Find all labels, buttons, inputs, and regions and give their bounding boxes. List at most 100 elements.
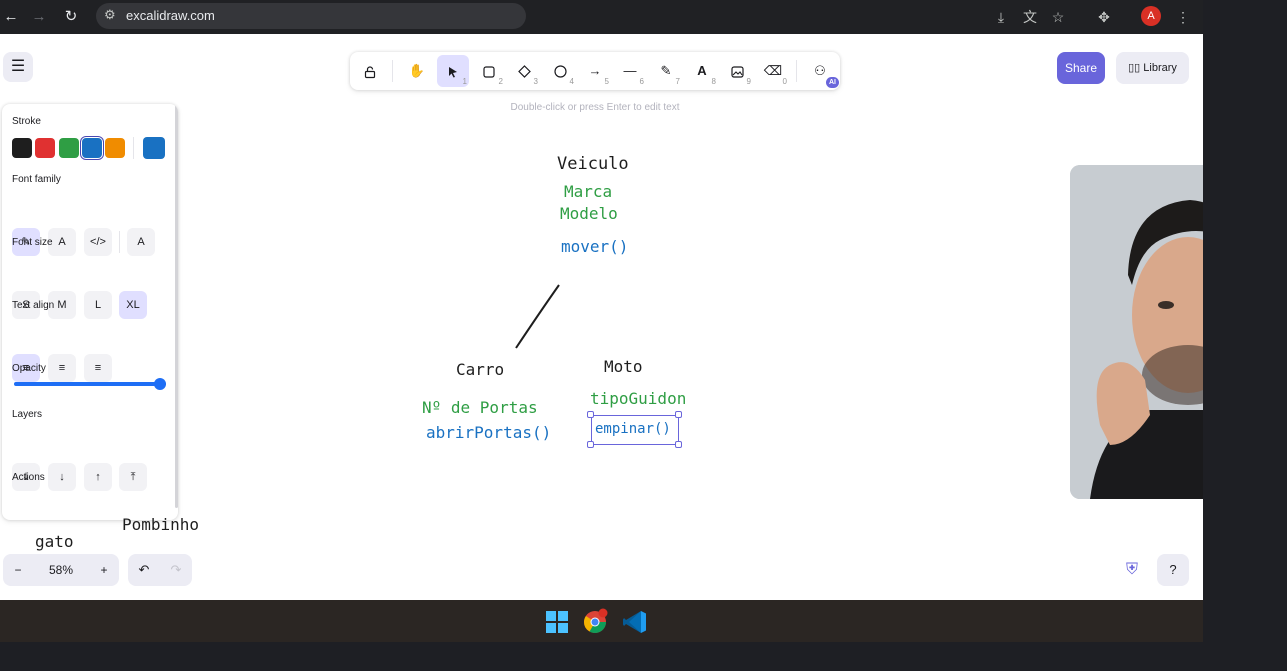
undo-redo-controls: ↶ ↷ bbox=[128, 554, 192, 586]
code-icon: </> bbox=[90, 236, 106, 248]
font-size-xl[interactable]: XL bbox=[119, 291, 147, 319]
font-picker-icon: A bbox=[137, 236, 145, 248]
stroke-swatch-orange[interactable] bbox=[105, 138, 125, 158]
arrow-up-icon: ↑ bbox=[95, 471, 101, 483]
pointer-icon bbox=[449, 66, 457, 78]
align-center-icon: ≡ bbox=[58, 362, 66, 374]
forward-arrow-icon[interactable]: → bbox=[28, 6, 50, 28]
back-arrow-icon[interactable]: ← bbox=[0, 6, 22, 28]
redo-icon[interactable]: ↷ bbox=[160, 554, 192, 586]
library-label: Library bbox=[1143, 62, 1177, 74]
tool-arrow[interactable]: → 5 bbox=[579, 55, 611, 87]
profile-avatar[interactable]: A bbox=[1141, 6, 1161, 26]
font-size-title: Font size bbox=[12, 237, 53, 248]
zoom-in-button[interactable]: + bbox=[89, 554, 119, 586]
tool-hand[interactable]: ✋ bbox=[401, 55, 433, 87]
tool-lock[interactable] bbox=[354, 55, 386, 87]
tool-diamond[interactable]: 3 bbox=[508, 55, 540, 87]
lock-open-icon bbox=[364, 65, 376, 78]
text-carro[interactable]: Carro bbox=[456, 360, 504, 379]
translate-icon[interactable]: 文 bbox=[1019, 6, 1041, 28]
panel-scrollbar[interactable] bbox=[175, 104, 178, 508]
tool-selection[interactable]: 1 bbox=[437, 55, 469, 87]
windows-start-icon[interactable] bbox=[543, 608, 571, 636]
font-normal-icon: A bbox=[58, 236, 66, 248]
inheritance-line[interactable] bbox=[510, 282, 565, 352]
layers-title: Layers bbox=[12, 409, 43, 420]
stroke-swatch-blue[interactable] bbox=[82, 138, 102, 158]
right-strip bbox=[1203, 0, 1287, 671]
tool-eraser[interactable]: ⌫ 0 bbox=[757, 55, 789, 87]
text-abrir-portas[interactable]: abrirPortas() bbox=[426, 423, 551, 442]
tool-ellipse[interactable]: 4 bbox=[544, 55, 576, 87]
tool-draw[interactable]: ✎ 7 bbox=[650, 55, 682, 87]
opacity-slider[interactable] bbox=[14, 382, 166, 386]
resize-handle-ne[interactable] bbox=[675, 411, 682, 418]
tool-rectangle[interactable]: 2 bbox=[473, 55, 505, 87]
text-tipo-guidon[interactable]: tipoGuidon bbox=[590, 389, 686, 408]
actions-title: Actions bbox=[12, 472, 45, 483]
send-backward-button[interactable]: ↓ bbox=[48, 463, 76, 491]
text-marca[interactable]: Marca bbox=[564, 182, 612, 201]
text-moto[interactable]: Moto bbox=[604, 357, 643, 376]
stroke-swatch-black[interactable] bbox=[12, 138, 32, 158]
more-tools-button[interactable]: ⚇ AI bbox=[804, 55, 839, 88]
bookmark-star-icon[interactable]: ☆ bbox=[1047, 6, 1069, 28]
install-app-icon[interactable]: ⤓ bbox=[990, 6, 1012, 28]
ellipse-icon bbox=[553, 65, 567, 78]
url-text: excalidraw.com bbox=[126, 8, 215, 23]
zoom-out-button[interactable]: − bbox=[3, 554, 33, 586]
text-pombinho[interactable]: Pombinho bbox=[122, 515, 199, 534]
share-button[interactable]: Share bbox=[1057, 52, 1105, 84]
tool-line[interactable]: — 6 bbox=[614, 55, 646, 87]
text-veiculo[interactable]: Veiculo bbox=[557, 154, 629, 174]
library-book-icon: ▯▯ bbox=[1128, 62, 1144, 74]
bottom-strip bbox=[0, 642, 1287, 671]
text-mover[interactable]: mover() bbox=[561, 237, 628, 256]
extensions-icon[interactable]: ✥ bbox=[1093, 6, 1115, 28]
current-stroke-color[interactable] bbox=[143, 137, 165, 159]
properties-panel: Stroke Font family ✎ A </> A Font size S… bbox=[2, 104, 178, 520]
opacity-slider-thumb[interactable] bbox=[154, 378, 166, 390]
align-right-icon: ≡ bbox=[94, 362, 102, 374]
stroke-swatch-red[interactable] bbox=[35, 138, 55, 158]
stroke-swatch-green[interactable] bbox=[59, 138, 79, 158]
text-modelo[interactable]: Modelo bbox=[560, 204, 618, 223]
tool-image[interactable]: 9 bbox=[721, 55, 753, 87]
resize-handle-sw[interactable] bbox=[587, 441, 594, 448]
rectangle-icon bbox=[483, 65, 495, 78]
selection-box[interactable] bbox=[591, 415, 679, 445]
bring-to-front-button[interactable]: ⤒ bbox=[119, 463, 147, 491]
browser-toolbar: ← → ↻ ⚙ excalidraw.com ⤓ 文 ☆ ✥ A ⋮ bbox=[0, 0, 1203, 34]
more-vert-icon[interactable]: ⋮ bbox=[1172, 6, 1194, 28]
shield-check-icon[interactable]: ⛨ bbox=[1121, 559, 1143, 581]
zoom-level[interactable]: 58% bbox=[33, 554, 89, 586]
resize-handle-nw[interactable] bbox=[587, 411, 594, 418]
undo-icon[interactable]: ↶ bbox=[128, 554, 160, 586]
site-settings-icon[interactable]: ⚙ bbox=[104, 7, 116, 23]
text-gato[interactable]: gato bbox=[35, 532, 74, 551]
main-menu-button[interactable]: ☰ bbox=[3, 52, 33, 82]
line-icon: — bbox=[623, 63, 637, 78]
font-code-button[interactable]: </> bbox=[84, 228, 112, 256]
align-center-button[interactable]: ≡ bbox=[48, 354, 76, 382]
question-icon: ? bbox=[1169, 562, 1177, 577]
edit-hint: Double-click or press Enter to edit text bbox=[510, 102, 680, 113]
library-button[interactable]: ▯▯ Library bbox=[1116, 52, 1189, 84]
reload-icon[interactable]: ↻ bbox=[60, 6, 82, 28]
font-more-button[interactable]: A bbox=[127, 228, 155, 256]
align-right-button[interactable]: ≡ bbox=[84, 354, 112, 382]
address-bar[interactable]: ⚙ excalidraw.com bbox=[96, 3, 526, 29]
chrome-taskbar-icon[interactable] bbox=[581, 608, 609, 636]
tool-text[interactable]: A 8 bbox=[686, 55, 718, 87]
arrow-down-icon: ↓ bbox=[59, 471, 65, 483]
bring-forward-button[interactable]: ↑ bbox=[84, 463, 112, 491]
help-button[interactable]: ? bbox=[1157, 554, 1189, 586]
font-size-l[interactable]: L bbox=[84, 291, 112, 319]
text-portas[interactable]: Nº de Portas bbox=[422, 398, 538, 417]
resize-handle-se[interactable] bbox=[675, 441, 682, 448]
stroke-title: Stroke bbox=[12, 116, 41, 127]
diamond-icon bbox=[517, 65, 531, 78]
vscode-taskbar-icon[interactable] bbox=[621, 608, 649, 636]
excalidraw-canvas[interactable]: ☰ ✋ 1 2 3 4 → 5 — 6 ✎ 7 A 8 9 ⌫ 0 ⚇ AI S… bbox=[0, 34, 1203, 600]
